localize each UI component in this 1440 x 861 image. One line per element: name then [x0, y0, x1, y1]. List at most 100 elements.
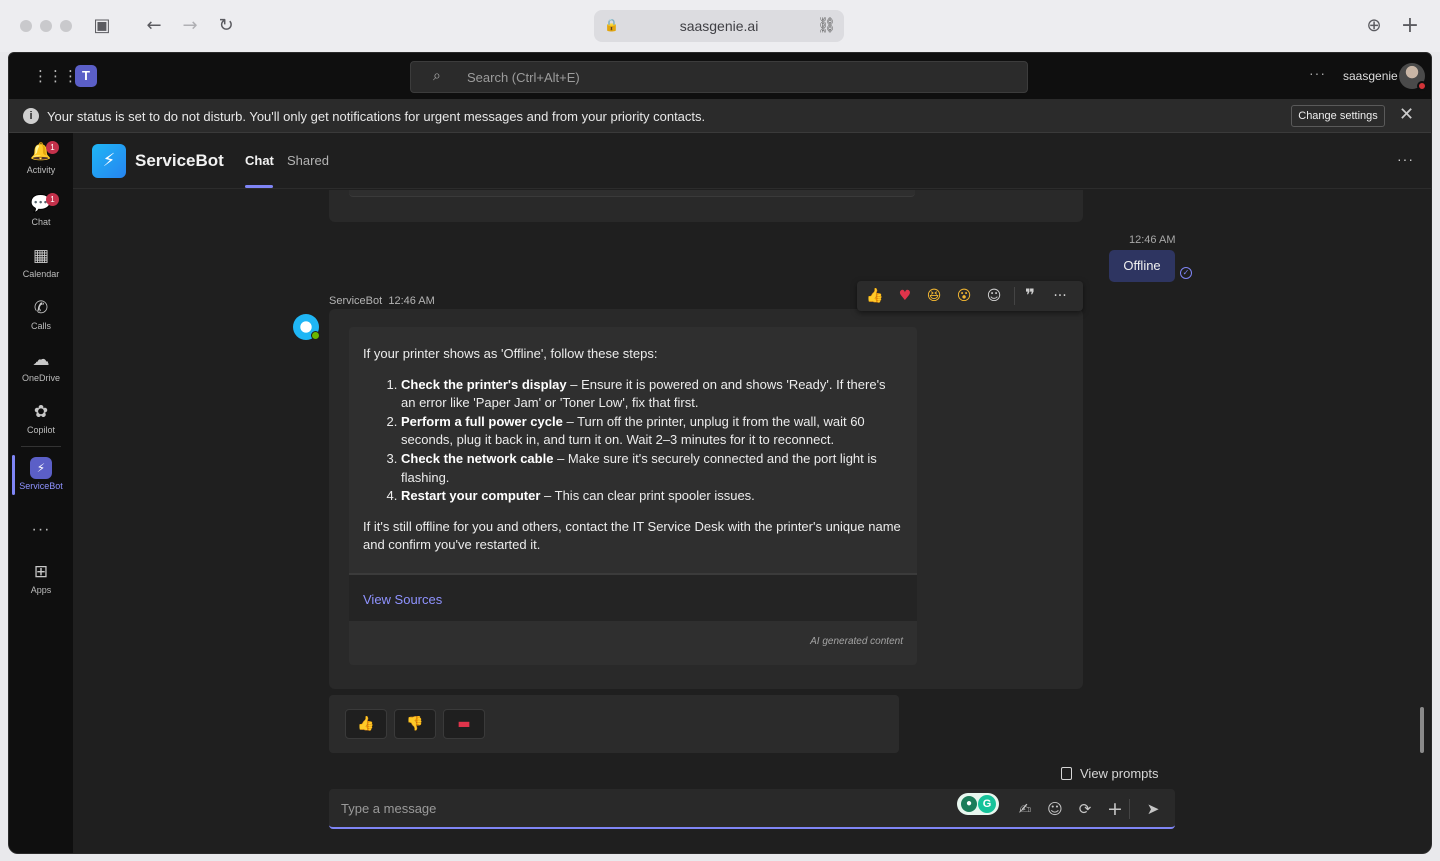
back-arrow-icon[interactable]: ← [142, 14, 166, 38]
rail-item-copilot[interactable]: ✿ Copilot [9, 397, 73, 445]
rail-label: Copilot [26, 425, 55, 435]
thumbs-up-button[interactable]: 👍 [345, 709, 387, 739]
emoji-icon[interactable]: ☺ [1045, 799, 1065, 819]
user-message-time: 12:46 AM [1129, 234, 1176, 246]
search-placeholder: Search (Ctrl+Alt+E) [467, 70, 580, 85]
step-title: Check the printer's display [401, 376, 567, 392]
browser-toolbar: ▣ ← → ↻ 🔒 saasgenie.ai ⛓ ⊕ + [0, 0, 1440, 52]
laugh-icon[interactable]: 😆 [924, 286, 944, 306]
more-options-icon[interactable]: ··· [1050, 286, 1070, 306]
rail-item-apps[interactable]: ⊞ Apps [9, 557, 73, 605]
search-icon: ⌕ [433, 68, 441, 84]
rail-divider [21, 446, 61, 447]
sender-name: ServiceBot [329, 295, 383, 307]
servicebot-icon: ⚡ [30, 457, 52, 479]
plus-icon[interactable]: + [1398, 14, 1422, 38]
close-icon[interactable]: ✕ [1399, 104, 1414, 125]
servicebot-logo-icon: ⚡ [92, 144, 126, 178]
view-sources-link[interactable]: View Sources [363, 592, 442, 607]
info-icon: i [23, 108, 39, 124]
bot-message-card[interactable]: If your printer shows as 'Offline', foll… [329, 309, 1083, 689]
message-input[interactable]: Type a message ● G ✍ ☺ ⟳ + ➤ [329, 789, 1175, 829]
rail-item-activity[interactable]: 🔔 Activity 1 [9, 137, 73, 185]
window-zoom-button[interactable] [60, 20, 72, 32]
chat-header: ⚡ ServiceBot Chat Shared ··· [73, 133, 1431, 189]
rail-more-icon[interactable]: ··· [9, 521, 73, 539]
more-options-icon[interactable]: ··· [1309, 65, 1326, 81]
user-name[interactable]: saasgenie [1343, 69, 1398, 83]
dnd-status-icon [1417, 81, 1427, 91]
online-status-icon [311, 331, 320, 340]
sidebar-toggle-icon[interactable]: ▣ [90, 14, 114, 38]
tab-chat-underline [245, 185, 273, 188]
list-item: Perform a full power cycle – Turn off th… [401, 413, 903, 450]
url-text: saasgenie.ai [679, 18, 759, 34]
bot-message-header: ServiceBot 12:46 AM [329, 295, 435, 307]
header-more-icon[interactable]: ··· [1397, 151, 1414, 167]
grammarly-widget[interactable]: ● G [957, 793, 999, 815]
link-icon[interactable]: ⛓ [817, 16, 836, 34]
tab-shared[interactable]: Shared [287, 153, 329, 168]
read-receipt-icon: ✓ [1180, 267, 1192, 279]
reload-icon[interactable]: ↻ [214, 14, 238, 38]
copilot-icon: ✿ [33, 402, 49, 422]
teams-logo-icon: T [75, 65, 97, 87]
reaction-divider [1014, 287, 1015, 305]
thumbs-down-button[interactable]: 👎 [394, 709, 436, 739]
rail-label: ServiceBot [19, 481, 63, 491]
answer-body: If your printer shows as 'Offline', foll… [363, 345, 903, 555]
phone-icon: ✆ [33, 298, 49, 318]
teams-window: ⋮⋮⋮ T ⌕ Search (Ctrl+Alt+E) ··· saasgeni… [8, 52, 1432, 854]
ticket-button[interactable]: ▬ [443, 709, 485, 739]
step-title: Perform a full power cycle [401, 413, 563, 429]
dnd-banner-text: Your status is set to do not disturb. Yo… [47, 109, 706, 124]
steps-list: Check the printer's display – Ensure it … [401, 376, 903, 506]
quote-icon[interactable]: ❞ [1020, 286, 1040, 306]
attach-plus-icon[interactable]: + [1105, 799, 1125, 819]
heart-icon[interactable]: ♥ [895, 286, 915, 306]
list-item: Restart your computer – This can clear p… [401, 487, 903, 506]
tab-chat[interactable]: Chat [245, 153, 274, 168]
feedback-card: 👍 👎 ▬ [329, 695, 899, 753]
ai-generated-label: AI generated content [810, 636, 903, 647]
step-title: Check the network cable [401, 450, 554, 466]
rail-item-onedrive[interactable]: ☁ OneDrive [9, 345, 73, 393]
rail-item-servicebot[interactable]: ⚡ ServiceBot [9, 453, 73, 501]
window-minimize-button[interactable] [40, 20, 52, 32]
change-settings-button[interactable]: Change settings [1291, 105, 1385, 127]
cloud-icon: ☁ [32, 350, 50, 370]
rail-item-calls[interactable]: ✆ Calls [9, 293, 73, 341]
user-message-bubble[interactable]: Offline [1109, 250, 1175, 282]
rail-item-calendar[interactable]: ▦ Calendar [9, 241, 73, 289]
rail-label: Chat [31, 217, 51, 227]
address-bar[interactable]: 🔒 saasgenie.ai ⛓ [594, 10, 844, 42]
chat-badge: 1 [46, 193, 59, 206]
window-close-button[interactable] [20, 20, 32, 32]
scrollbar[interactable] [1420, 707, 1424, 753]
composer-divider [1129, 799, 1130, 819]
app-launcher-icon[interactable]: ⋮⋮⋮ [33, 67, 78, 85]
list-item: Check the printer's display – Ensure it … [401, 376, 903, 413]
surprised-icon[interactable]: 😮 [954, 286, 974, 306]
previous-message-card [329, 190, 1083, 222]
reaction-bar: 👍 ♥ 😆 😮 ☺ ❞ ··· [857, 281, 1083, 311]
grammarly-icon: G [978, 795, 996, 813]
bot-message-time: 12:46 AM [388, 295, 435, 307]
view-prompts-button[interactable]: View prompts [1061, 766, 1159, 781]
answer-card: If your printer shows as 'Offline', foll… [349, 327, 917, 665]
loop-icon[interactable]: ⟳ [1075, 799, 1095, 819]
format-icon[interactable]: ✍ [1015, 799, 1035, 819]
page-title: ServiceBot [135, 151, 224, 170]
search-input[interactable]: ⌕ Search (Ctrl+Alt+E) [410, 61, 1028, 93]
forward-arrow-icon[interactable]: → [178, 14, 202, 38]
send-icon[interactable]: ➤ [1143, 799, 1163, 819]
step-text: – This can clear print spooler issues. [540, 488, 755, 504]
download-icon[interactable]: ⊕ [1362, 14, 1386, 38]
answer-intro: If your printer shows as 'Offline', foll… [363, 346, 658, 361]
rail-label: Calendar [22, 269, 60, 279]
add-reaction-icon[interactable]: ☺ [984, 286, 1004, 306]
rail-item-chat[interactable]: 💬 Chat 1 [9, 189, 73, 237]
rail-label: OneDrive [21, 373, 60, 383]
thumbs-up-icon[interactable]: 👍 [865, 286, 885, 306]
dnd-banner: i Your status is set to do not disturb. … [9, 99, 1431, 133]
